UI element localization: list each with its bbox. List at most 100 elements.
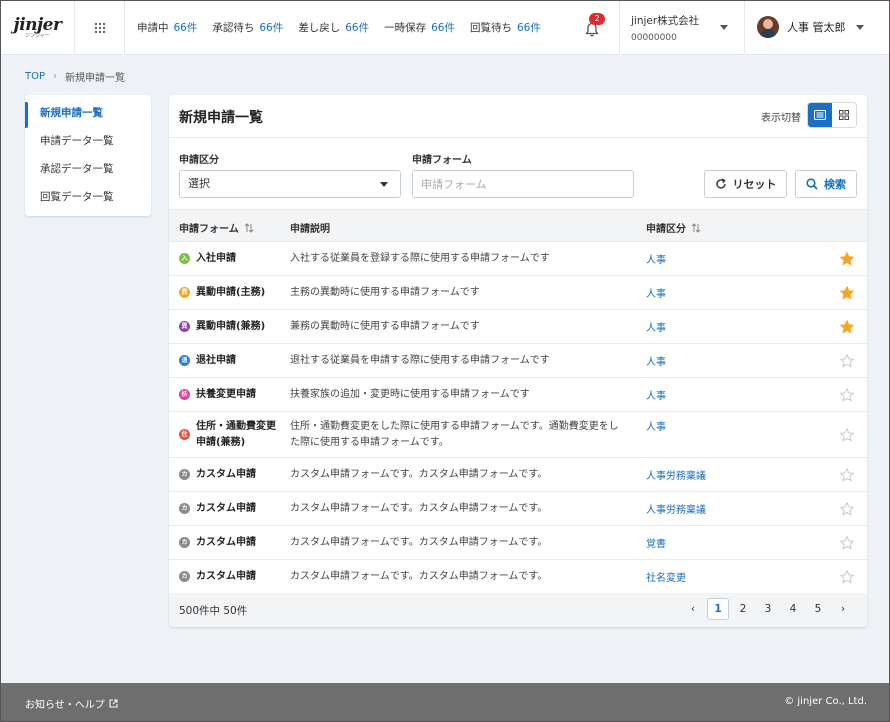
favorite-star-icon[interactable] — [840, 285, 854, 300]
favorite-star-icon[interactable] — [840, 319, 854, 334]
form-description: 入社する従業員を登録する際に使用する申請フォームです — [290, 252, 550, 264]
status-returned[interactable]: 差し戻し 66件 — [298, 20, 369, 35]
main-panel: 新規申請一覧 表示切替 申請区分 選択 申請フォーム 申請フォーム リセット 検… — [169, 95, 867, 627]
sidebar-item-new-applications[interactable]: 新規申請一覧 — [25, 99, 151, 128]
list-view-button[interactable] — [808, 103, 832, 127]
prev-page-button[interactable]: ‹ — [682, 598, 704, 620]
favorite-star-icon[interactable] — [840, 467, 854, 482]
next-page-button[interactable]: › — [832, 598, 854, 620]
favorite-star-icon[interactable] — [840, 501, 854, 516]
form-name: カスタム申請 — [196, 468, 256, 480]
search-button[interactable]: 検索 — [795, 170, 857, 198]
table-row[interactable]: 異異動申請(主務) 主務の異動時に使用する申請フォームです 人事 — [169, 276, 867, 310]
sidebar-item-circulation-data[interactable]: 回覧データ一覧 — [25, 183, 151, 211]
page-button-5[interactable]: 5 — [807, 598, 829, 620]
table-row[interactable]: カカスタム申請 カスタム申請フォームです。カスタム申請フォームです。 人事労務稟… — [169, 492, 867, 526]
column-header-form[interactable]: 申請フォーム — [179, 220, 254, 235]
reset-button-label: リセット — [732, 178, 777, 191]
status-draft[interactable]: 一時保存 66件 — [384, 20, 455, 35]
favorite-star-icon[interactable] — [840, 251, 854, 266]
sort-icon — [244, 222, 254, 233]
category-link[interactable]: 人事 — [646, 310, 666, 343]
category-link[interactable]: 人事 — [646, 378, 666, 411]
table-body: 入入社申請 入社する従業員を登録する際に使用する申請フォームです 人事 異異動申… — [169, 242, 867, 594]
favorite-star-icon[interactable] — [840, 427, 854, 442]
view-toggle — [807, 102, 857, 128]
category-link[interactable]: 社名変更 — [646, 560, 686, 593]
pagination: ‹ 1 2 3 4 5 › — [679, 598, 854, 620]
form-description: 退社する従業員を申請する際に使用する申請フォームです — [290, 354, 550, 366]
form-name: 扶養変更申請 — [196, 388, 256, 400]
logo-subtext: ジンジャー — [25, 32, 50, 39]
jinjer-logo[interactable]: jinjer ジンジャー — [1, 1, 75, 55]
page-button-4[interactable]: 4 — [782, 598, 804, 620]
sidebar-item-application-data[interactable]: 申請データ一覧 — [25, 127, 151, 155]
table-row[interactable]: カカスタム申請 カスタム申請フォームです。カスタム申請フォームです。 人事労務稟… — [169, 458, 867, 492]
form-name: カスタム申請 — [196, 570, 256, 582]
form-name: 入社申請 — [196, 252, 236, 264]
table-row[interactable]: カカスタム申請 カスタム申請フォームです。カスタム申請フォームです。 社名変更 — [169, 560, 867, 594]
form-name: 退社申請 — [196, 354, 236, 366]
table-row[interactable]: 入入社申請 入社する従業員を登録する際に使用する申請フォームです 人事 — [169, 242, 867, 276]
form-type-icon: 退 — [179, 355, 190, 366]
user-menu[interactable]: 人事 管太郎 — [757, 16, 864, 38]
sidebar-item-approval-data[interactable]: 承認データ一覧 — [25, 155, 151, 183]
form-type-icon: 異 — [179, 321, 190, 332]
page-title: 新規申請一覧 — [179, 110, 263, 126]
page-footer: お知らせ・ヘルプ © jinjer Co., Ltd. — [1, 683, 889, 721]
page-button-1[interactable]: 1 — [707, 598, 729, 620]
category-select[interactable]: 選択 — [179, 170, 401, 198]
category-link[interactable]: 人事労務稟議 — [646, 492, 706, 525]
category-link[interactable]: 人事 — [646, 276, 666, 309]
form-type-icon: カ — [179, 537, 190, 548]
form-description: カスタム申請フォームです。カスタム申請フォームです。 — [290, 468, 548, 480]
grid-icon — [94, 22, 105, 33]
favorite-star-icon[interactable] — [840, 569, 854, 584]
table-header: 申請フォーム 申請説明 申請区分 — [169, 209, 867, 242]
form-type-icon: 扶 — [179, 389, 190, 400]
favorite-star-icon[interactable] — [840, 535, 854, 550]
breadcrumb-top-link[interactable]: TOP — [25, 71, 45, 82]
favorite-star-icon[interactable] — [840, 387, 854, 402]
table-row[interactable]: 扶扶養変更申請 扶養家族の追加・変更時に使用する申請フォームです 人事 — [169, 378, 867, 412]
category-link[interactable]: 人事 — [646, 412, 666, 457]
category-link[interactable]: 人事 — [646, 344, 666, 377]
form-filter-label: 申請フォーム — [412, 155, 472, 166]
reset-button[interactable]: リセット — [704, 170, 787, 198]
search-button-label: 検索 — [824, 178, 846, 191]
logo-text: jinjer — [13, 14, 62, 35]
grid-view-button[interactable] — [832, 103, 856, 127]
table-row[interactable]: 住住所・通勤費変更申請(兼務) 住所・通勤費変更をした際に使用する申請フォームで… — [169, 412, 867, 458]
form-search-input[interactable] — [412, 170, 634, 198]
status-pending[interactable]: 申請中 66件 — [137, 20, 197, 35]
form-description: 主務の異動時に使用する申請フォームです — [290, 286, 480, 298]
column-header-category[interactable]: 申請区分 — [646, 220, 701, 235]
favorite-star-icon[interactable] — [840, 353, 854, 368]
page-button-2[interactable]: 2 — [732, 598, 754, 620]
result-count: 500件中 50件 — [179, 605, 248, 617]
category-link[interactable]: 覚書 — [646, 526, 666, 559]
app-grid-button[interactable] — [75, 1, 125, 55]
form-type-icon: 入 — [179, 253, 190, 264]
category-link[interactable]: 人事 — [646, 242, 666, 275]
dropdown-arrow-icon — [380, 182, 388, 187]
table-row[interactable]: 異異動申請(兼務) 兼務の異動時に使用する申請フォームです 人事 — [169, 310, 867, 344]
breadcrumb: TOP › 新規申請一覧 — [25, 69, 125, 84]
form-name: 住所・通勤費変更申請(兼務) — [196, 420, 276, 448]
page-button-3[interactable]: 3 — [757, 598, 779, 620]
status-awaiting-approval[interactable]: 承認待ち 66件 — [212, 20, 283, 35]
notification-button[interactable]: 2 — [577, 13, 607, 44]
form-name: 異動申請(主務) — [196, 286, 266, 298]
category-link[interactable]: 人事労務稟議 — [646, 458, 706, 491]
table-row[interactable]: カカスタム申請 カスタム申請フォームです。カスタム申請フォームです。 覚書 — [169, 526, 867, 560]
form-name: カスタム申請 — [196, 502, 256, 514]
category-filter-label: 申請区分 — [179, 155, 219, 166]
app-window: jinjer ジンジャー 申請中 66件 承認待ち 66件 差し戻し 66件 一時保存… — [0, 0, 890, 722]
status-circulation[interactable]: 回覧待ち 66件 — [470, 20, 541, 35]
help-link[interactable]: お知らせ・ヘルプ — [25, 696, 118, 711]
table-row[interactable]: 退退社申請 退社する従業員を申請する際に使用する申請フォームです 人事 — [169, 344, 867, 378]
breadcrumb-separator: › — [53, 71, 58, 82]
company-switcher[interactable]: jinjer株式会社 00000000 — [619, 1, 745, 55]
avatar — [757, 16, 779, 38]
form-type-icon: 住 — [179, 429, 190, 440]
